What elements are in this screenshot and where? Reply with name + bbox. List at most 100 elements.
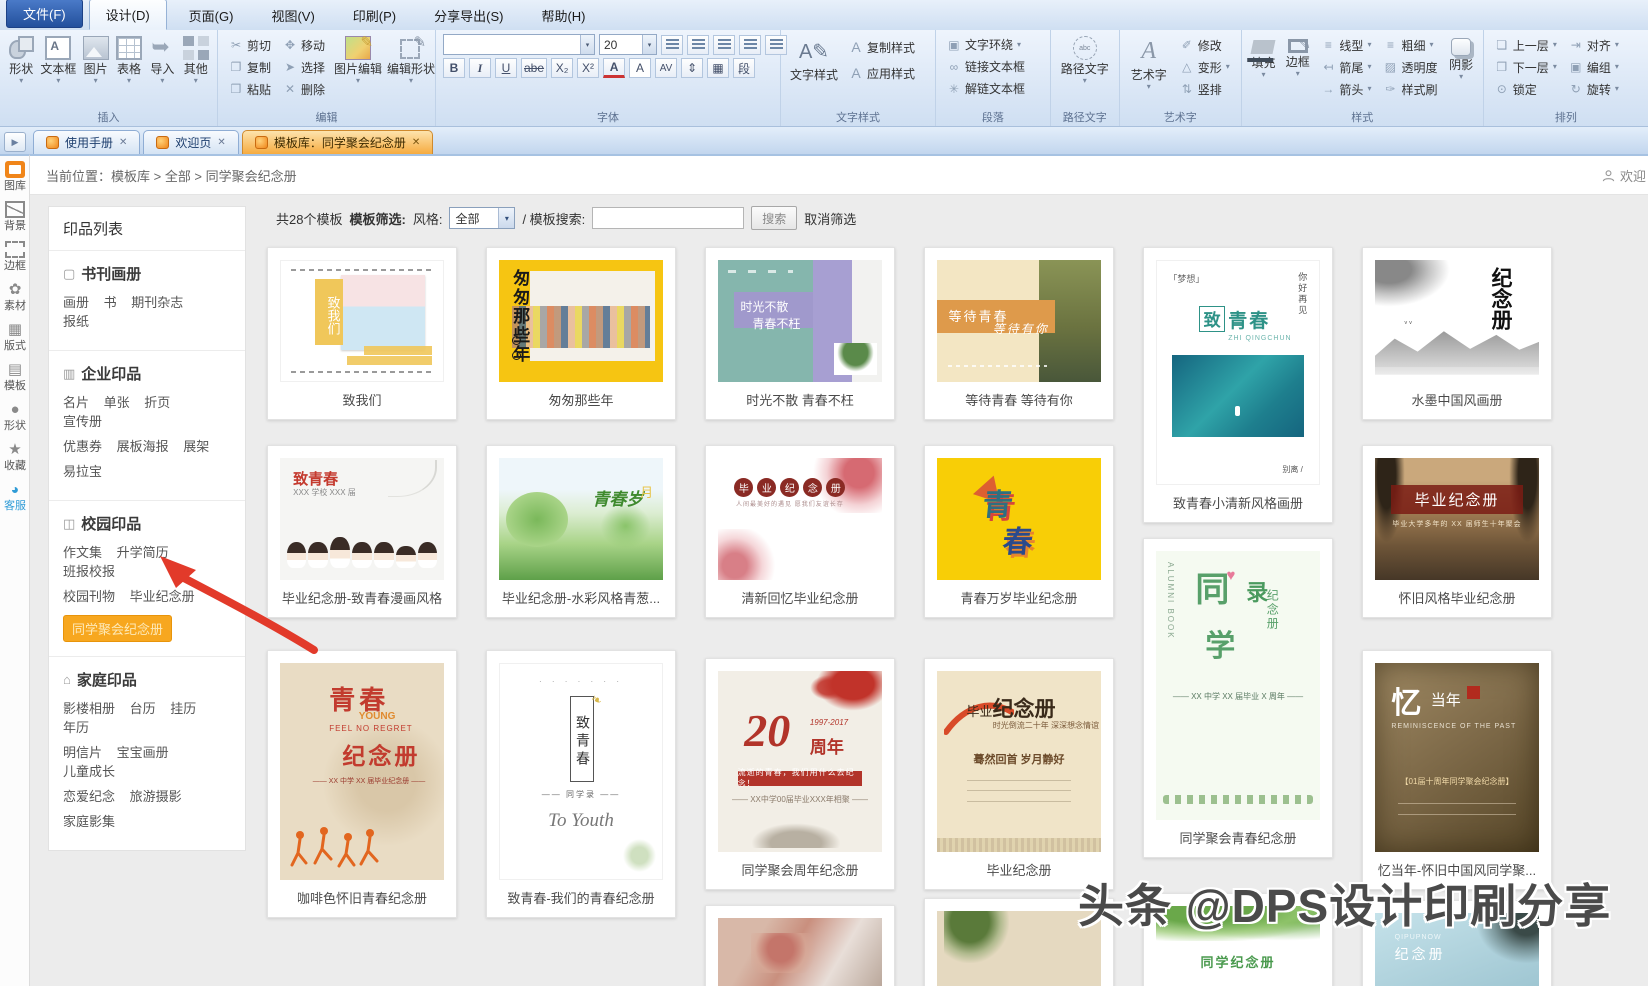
menu-file[interactable]: 文件(F) [6,0,83,28]
subscript-button[interactable]: X₂ [551,58,573,78]
line-spacing-button[interactable]: ⇕ [681,58,703,78]
style-select[interactable]: 全部▾ [449,207,515,229]
template-card[interactable]: 时光不散 青春不枉 时光不散 青春不枉 [705,247,895,420]
template-card[interactable]: 青春 YOUNG FEEL NO REGRET 纪念册 —— XX 中学 XX … [267,650,457,918]
link-textbox-button[interactable]: ∞链接文本框 [943,56,1029,77]
template-card[interactable]: 纪念册 ᵛ ᵛ 水墨中国风画册 [1362,247,1552,420]
opacity-button[interactable]: ▨透明度 [1379,57,1441,78]
menu-page[interactable]: 页面(G) [173,1,250,30]
fill-button[interactable]: 填充▾ [1249,34,1278,79]
rail-item-service[interactable]: ◕客服 [0,476,30,516]
bring-forward-button[interactable]: ❏上一层▾ [1491,35,1561,56]
breadcrumb[interactable]: 当前位置：模板库 > 全部 > 同学聚会纪念册 [46,166,297,185]
template-card[interactable]: 20 1997-2017 周年 流逝的青春，我们用什么去纪念！ —— XX中学0… [705,658,895,890]
link-magazine[interactable]: 期刊杂志 [131,292,183,311]
menu-view[interactable]: 视图(V) [255,1,330,30]
close-icon[interactable]: ✕ [217,137,225,148]
template-card[interactable] [705,905,895,986]
template-card[interactable]: 青春岁 月 毕业纪念册-水彩风格青葱... [486,445,676,618]
insert-other-button[interactable]: 其他▾ [182,34,210,85]
link-wall-calendar[interactable]: 挂历 [170,698,196,717]
welcome-label[interactable]: 欢迎 [1620,166,1646,185]
link-flyer[interactable]: 单张 [104,392,130,411]
insert-shape-button[interactable]: 形状▾ [7,34,35,85]
font-size-combo[interactable]: 20▾ [599,34,657,55]
link-book[interactable]: 书 [104,292,117,311]
superscript-button[interactable]: X² [577,58,599,78]
link-brochure[interactable]: 宣传册 [63,411,102,430]
rail-item-material[interactable]: ✿素材 [0,276,30,316]
align-right-button[interactable] [713,35,735,55]
tab-user-manual[interactable]: 使用手册✕ [33,130,140,154]
link-poster[interactable]: 展板海报 [117,436,169,455]
apply-style-button[interactable]: A应用样式 [845,63,919,84]
group-objects-button[interactable]: ▣编组▾ [1565,57,1623,78]
delete-button[interactable]: ✕删除 [279,79,329,100]
link-business-card[interactable]: 名片 [63,392,89,411]
tab-expander-icon[interactable]: ▶ [4,132,26,152]
lock-button[interactable]: ⊙锁定 [1491,79,1561,100]
search-input[interactable] [592,207,744,229]
insert-table-button[interactable]: 表格▾ [115,34,143,85]
shadow-button[interactable]: 阴影▾ [1446,34,1475,81]
italic-button[interactable]: I [469,58,491,78]
tab-template-library[interactable]: 模板库：同学聚会纪念册✕ [242,130,433,154]
rail-item-gallery[interactable]: 图库 [0,156,30,196]
path-text-button[interactable]: abc路径文字▾ [1058,34,1112,85]
menu-share-export[interactable]: 分享导出(S) [418,1,519,30]
wordart-vertical-button[interactable]: ⇅竖排 [1176,79,1234,100]
template-card[interactable]: 青 春 青春万岁毕业纪念册 [924,445,1114,618]
link-travel-photo[interactable]: 旅游摄影 [130,786,182,805]
link-baby-album[interactable]: 宝宝画册 [117,742,169,761]
link-coupon[interactable]: 优惠券 [63,436,102,455]
link-newspaper[interactable]: 报纸 [63,311,89,330]
underline-button[interactable]: U [495,58,517,78]
close-icon[interactable]: ✕ [412,137,420,148]
wordart-transform-button[interactable]: △变形▾ [1176,57,1234,78]
insert-image-button[interactable]: 图片▾ [81,34,109,85]
link-folded[interactable]: 折页 [144,392,170,411]
search-button[interactable]: 搜索 [751,206,797,230]
template-card[interactable]: 毕业纪念册 时光倒流二十年 深深想念情谊 蓦然回首 岁月静好 毕业纪念册 [924,658,1114,890]
close-icon[interactable]: ✕ [119,137,127,148]
link-studio-album[interactable]: 影楼相册 [63,698,115,717]
rail-item-favorite[interactable]: ★收藏 [0,436,30,476]
chevron-down-icon[interactable]: ▾ [580,35,594,54]
template-card[interactable]: 「梦想」 你好再见 致 青春 ZHI QINGCHUN 别离 / 致青春小清新风… [1143,247,1333,523]
template-card[interactable]: 毕业纪念册 毕业大学多年的 XX 届师生十年聚会 怀旧风格毕业纪念册 [1362,445,1552,618]
font-family-combo[interactable]: ▾ [443,34,595,55]
align-justify-button[interactable] [739,35,761,55]
copy-button[interactable]: ❐复制 [225,57,275,78]
rail-item-template[interactable]: ▤模板 [0,356,30,396]
bold-button[interactable]: B [443,58,465,78]
fill-color-button[interactable]: A [629,58,651,78]
chevron-down-icon[interactable]: ▾ [642,35,656,54]
edit-shape-button[interactable]: 编辑形状▾ [387,34,435,85]
rotate-button[interactable]: ↻旋转▾ [1565,79,1623,100]
link-rollup[interactable]: 易拉宝 [63,461,102,480]
arrow-tail-button[interactable]: ↤箭尾▾ [1317,57,1375,78]
link-year-calendar[interactable]: 年历 [63,717,89,736]
rail-item-border[interactable]: 边框 [0,236,30,276]
link-love-memory[interactable]: 恋爱纪念 [63,786,115,805]
menu-help[interactable]: 帮助(H) [525,1,601,30]
border-button[interactable]: 边框▾ [1283,34,1312,78]
menu-print[interactable]: 印刷(P) [337,1,412,30]
copy-style-button[interactable]: A复制样式 [845,37,919,58]
align-objects-button[interactable]: ⇥对齐▾ [1565,35,1623,56]
link-stand[interactable]: 展架 [183,436,209,455]
rail-item-background[interactable]: 背景 [0,196,30,236]
align-left-button[interactable] [661,35,683,55]
tab-welcome[interactable]: 欢迎页✕ [143,130,238,154]
text-style-button[interactable]: A✎文字样式 [788,34,840,83]
arrow-head-button[interactable]: →箭头▾ [1317,79,1375,100]
cancel-filter-button[interactable]: 取消筛选 [804,209,856,228]
link-child-growth[interactable]: 儿童成长 [63,761,115,780]
link-postcard[interactable]: 明信片 [63,742,102,761]
template-card[interactable]: 匆匆那些年 匆匆那些年 [486,247,676,420]
wordart-modify-button[interactable]: ✐修改 [1176,35,1234,56]
image-edit-button[interactable]: 图片编辑▾ [334,34,382,85]
paragraph-button[interactable]: 段 [733,58,755,78]
text-wrap-button[interactable]: ▣文字环绕▾ [943,34,1025,55]
template-card[interactable]: 致我们 致我们 [267,247,457,420]
